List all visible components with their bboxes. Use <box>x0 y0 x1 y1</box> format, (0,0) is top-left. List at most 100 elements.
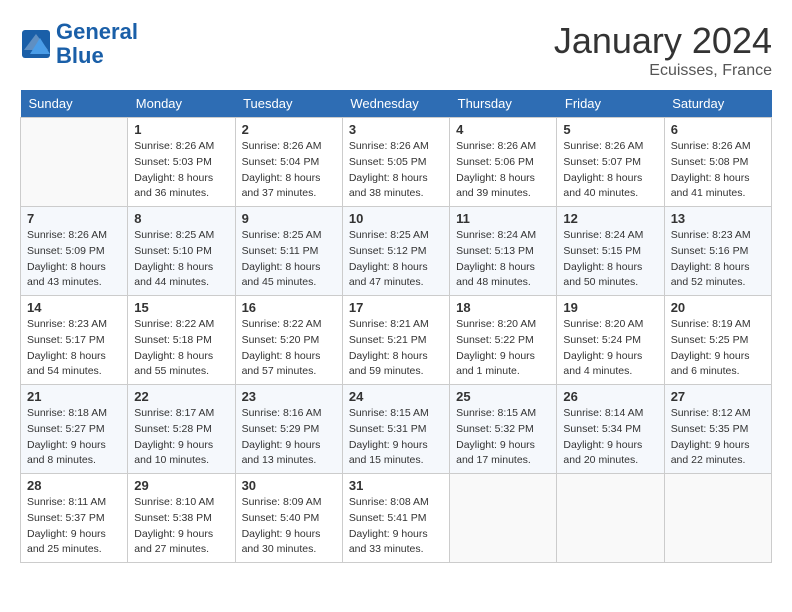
day-info: Sunrise: 8:26 AM Sunset: 5:07 PM Dayligh… <box>563 139 657 202</box>
calendar-cell: 24 Sunrise: 8:15 AM Sunset: 5:31 PM Dayli… <box>342 385 449 474</box>
day-number: 19 <box>563 300 657 315</box>
weekday-friday: Friday <box>557 90 664 118</box>
day-number: 20 <box>671 300 765 315</box>
day-info: Sunrise: 8:16 AM Sunset: 5:29 PM Dayligh… <box>242 406 336 469</box>
day-info: Sunrise: 8:08 AM Sunset: 5:41 PM Dayligh… <box>349 495 443 558</box>
day-info: Sunrise: 8:23 AM Sunset: 5:16 PM Dayligh… <box>671 228 765 291</box>
day-info: Sunrise: 8:23 AM Sunset: 5:17 PM Dayligh… <box>27 317 121 380</box>
day-info: Sunrise: 8:17 AM Sunset: 5:28 PM Dayligh… <box>134 406 228 469</box>
day-number: 27 <box>671 389 765 404</box>
week-row-3: 14 Sunrise: 8:23 AM Sunset: 5:17 PM Dayli… <box>21 296 772 385</box>
week-row-1: 1Sunrise: 8:26 AM Sunset: 5:03 PM Daylig… <box>21 118 772 207</box>
week-row-4: 21Sunrise: 8:18 AM Sunset: 5:27 PM Dayli… <box>21 385 772 474</box>
calendar-cell: 21Sunrise: 8:18 AM Sunset: 5:27 PM Dayli… <box>21 385 128 474</box>
calendar-cell: 19 Sunrise: 8:20 AM Sunset: 5:24 PM Dayli… <box>557 296 664 385</box>
day-info: Sunrise: 8:26 AM Sunset: 5:04 PM Dayligh… <box>242 139 336 202</box>
month-year: January 2024 <box>554 20 772 62</box>
calendar-cell <box>557 474 664 563</box>
day-info: Sunrise: 8:09 AM Sunset: 5:40 PM Dayligh… <box>242 495 336 558</box>
day-info: Sunrise: 8:25 AM Sunset: 5:10 PM Dayligh… <box>134 228 228 291</box>
calendar-cell: 6 Sunrise: 8:26 AM Sunset: 5:08 PM Daylig… <box>664 118 771 207</box>
calendar-cell: 2 Sunrise: 8:26 AM Sunset: 5:04 PM Daylig… <box>235 118 342 207</box>
calendar-cell: 4 Sunrise: 8:26 AM Sunset: 5:06 PM Daylig… <box>450 118 557 207</box>
day-info: Sunrise: 8:26 AM Sunset: 5:08 PM Dayligh… <box>671 139 765 202</box>
day-info: Sunrise: 8:25 AM Sunset: 5:12 PM Dayligh… <box>349 228 443 291</box>
day-info: Sunrise: 8:24 AM Sunset: 5:15 PM Dayligh… <box>563 228 657 291</box>
day-info: Sunrise: 8:22 AM Sunset: 5:18 PM Dayligh… <box>134 317 228 380</box>
day-number: 31 <box>349 478 443 493</box>
calendar-cell: 27 Sunrise: 8:12 AM Sunset: 5:35 PM Dayli… <box>664 385 771 474</box>
day-number: 10 <box>349 211 443 226</box>
calendar-cell: 16Sunrise: 8:22 AM Sunset: 5:20 PM Dayli… <box>235 296 342 385</box>
calendar-cell: 9Sunrise: 8:25 AM Sunset: 5:11 PM Daylig… <box>235 207 342 296</box>
calendar-cell: 22 Sunrise: 8:17 AM Sunset: 5:28 PM Dayli… <box>128 385 235 474</box>
day-number: 7 <box>27 211 121 226</box>
day-info: Sunrise: 8:22 AM Sunset: 5:20 PM Dayligh… <box>242 317 336 380</box>
day-number: 28 <box>27 478 121 493</box>
logo-icon <box>20 28 52 60</box>
day-number: 1 <box>134 122 228 137</box>
weekday-saturday: Saturday <box>664 90 771 118</box>
calendar-cell: 30 Sunrise: 8:09 AM Sunset: 5:40 PM Dayli… <box>235 474 342 563</box>
day-number: 8 <box>134 211 228 226</box>
day-info: Sunrise: 8:15 AM Sunset: 5:32 PM Dayligh… <box>456 406 550 469</box>
day-number: 29 <box>134 478 228 493</box>
calendar-cell: 18 Sunrise: 8:20 AM Sunset: 5:22 PM Dayli… <box>450 296 557 385</box>
day-info: Sunrise: 8:24 AM Sunset: 5:13 PM Dayligh… <box>456 228 550 291</box>
day-number: 2 <box>242 122 336 137</box>
day-number: 14 <box>27 300 121 315</box>
calendar-cell: 20Sunrise: 8:19 AM Sunset: 5:25 PM Dayli… <box>664 296 771 385</box>
day-number: 18 <box>456 300 550 315</box>
weekday-thursday: Thursday <box>450 90 557 118</box>
day-info: Sunrise: 8:10 AM Sunset: 5:38 PM Dayligh… <box>134 495 228 558</box>
calendar-cell: 12 Sunrise: 8:24 AM Sunset: 5:15 PM Dayli… <box>557 207 664 296</box>
day-info: Sunrise: 8:14 AM Sunset: 5:34 PM Dayligh… <box>563 406 657 469</box>
day-info: Sunrise: 8:20 AM Sunset: 5:24 PM Dayligh… <box>563 317 657 380</box>
calendar-cell <box>664 474 771 563</box>
day-number: 4 <box>456 122 550 137</box>
day-number: 22 <box>134 389 228 404</box>
day-info: Sunrise: 8:26 AM Sunset: 5:06 PM Dayligh… <box>456 139 550 202</box>
calendar-cell <box>21 118 128 207</box>
day-info: Sunrise: 8:20 AM Sunset: 5:22 PM Dayligh… <box>456 317 550 380</box>
day-number: 24 <box>349 389 443 404</box>
day-info: Sunrise: 8:12 AM Sunset: 5:35 PM Dayligh… <box>671 406 765 469</box>
calendar-cell: 8 Sunrise: 8:25 AM Sunset: 5:10 PM Daylig… <box>128 207 235 296</box>
week-row-2: 7 Sunrise: 8:26 AM Sunset: 5:09 PM Daylig… <box>21 207 772 296</box>
calendar-cell: 23 Sunrise: 8:16 AM Sunset: 5:29 PM Dayli… <box>235 385 342 474</box>
weekday-monday: Monday <box>128 90 235 118</box>
day-number: 6 <box>671 122 765 137</box>
weekday-sunday: Sunday <box>21 90 128 118</box>
calendar-cell: 26Sunrise: 8:14 AM Sunset: 5:34 PM Dayli… <box>557 385 664 474</box>
day-number: 25 <box>456 389 550 404</box>
calendar-cell: 17Sunrise: 8:21 AM Sunset: 5:21 PM Dayli… <box>342 296 449 385</box>
day-number: 11 <box>456 211 550 226</box>
calendar-cell: 7 Sunrise: 8:26 AM Sunset: 5:09 PM Daylig… <box>21 207 128 296</box>
day-number: 12 <box>563 211 657 226</box>
day-info: Sunrise: 8:26 AM Sunset: 5:05 PM Dayligh… <box>349 139 443 202</box>
day-number: 15 <box>134 300 228 315</box>
calendar-cell: 10 Sunrise: 8:25 AM Sunset: 5:12 PM Dayli… <box>342 207 449 296</box>
title-block: January 2024 Ecuisses, France <box>554 20 772 80</box>
weekday-wednesday: Wednesday <box>342 90 449 118</box>
day-number: 13 <box>671 211 765 226</box>
calendar-table: SundayMondayTuesdayWednesdayThursdayFrid… <box>20 90 772 563</box>
day-number: 30 <box>242 478 336 493</box>
calendar-cell: 28Sunrise: 8:11 AM Sunset: 5:37 PM Dayli… <box>21 474 128 563</box>
calendar-cell <box>450 474 557 563</box>
day-number: 5 <box>563 122 657 137</box>
calendar-cell: 5 Sunrise: 8:26 AM Sunset: 5:07 PM Daylig… <box>557 118 664 207</box>
calendar-cell: 3Sunrise: 8:26 AM Sunset: 5:05 PM Daylig… <box>342 118 449 207</box>
location: Ecuisses, France <box>554 62 772 80</box>
calendar-cell: 15 Sunrise: 8:22 AM Sunset: 5:18 PM Dayli… <box>128 296 235 385</box>
day-number: 21 <box>27 389 121 404</box>
day-number: 23 <box>242 389 336 404</box>
day-info: Sunrise: 8:26 AM Sunset: 5:09 PM Dayligh… <box>27 228 121 291</box>
calendar-cell: 25 Sunrise: 8:15 AM Sunset: 5:32 PM Dayli… <box>450 385 557 474</box>
day-info: Sunrise: 8:21 AM Sunset: 5:21 PM Dayligh… <box>349 317 443 380</box>
calendar-cell: 29 Sunrise: 8:10 AM Sunset: 5:38 PM Dayli… <box>128 474 235 563</box>
logo-text: General Blue <box>56 20 138 68</box>
calendar-cell: 14 Sunrise: 8:23 AM Sunset: 5:17 PM Dayli… <box>21 296 128 385</box>
calendar-cell: 13 Sunrise: 8:23 AM Sunset: 5:16 PM Dayli… <box>664 207 771 296</box>
day-info: Sunrise: 8:15 AM Sunset: 5:31 PM Dayligh… <box>349 406 443 469</box>
